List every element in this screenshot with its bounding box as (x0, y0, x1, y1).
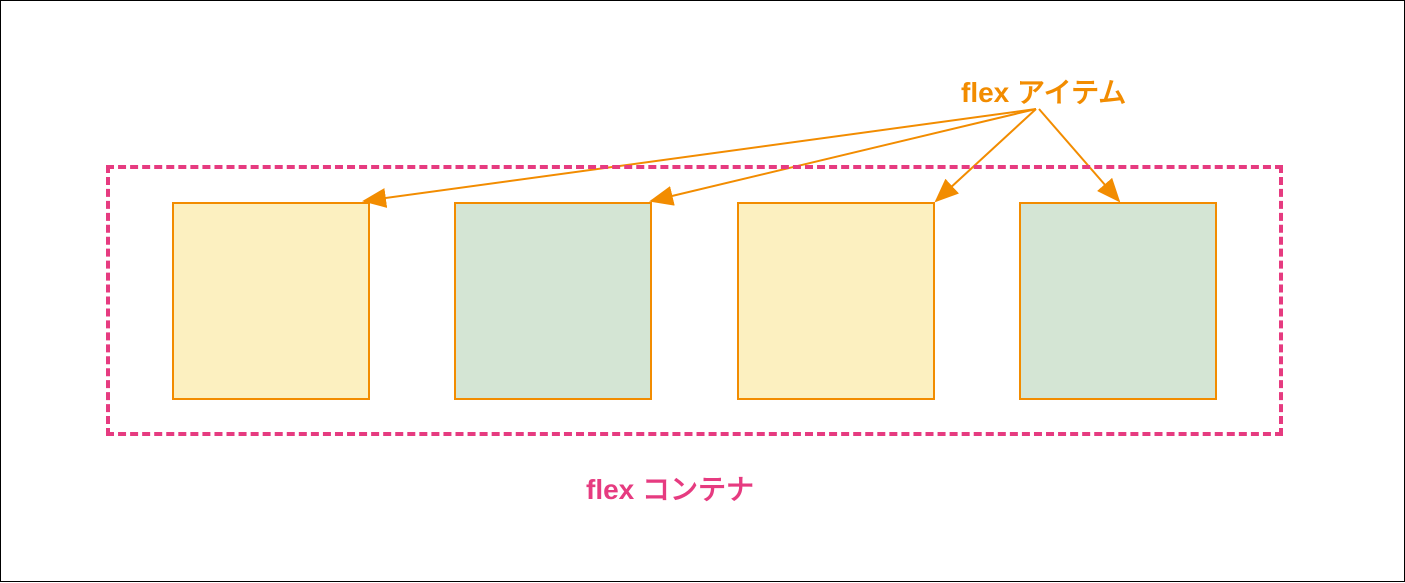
flex-item-3 (737, 202, 935, 400)
flex-items-label: flex アイテム (961, 71, 1126, 111)
flex-item-4 (1019, 202, 1217, 400)
flex-container-label: flex コンテナ (586, 468, 754, 508)
flex-item-2 (454, 202, 652, 400)
flex-item-1 (172, 202, 370, 400)
flex-container (106, 165, 1283, 436)
